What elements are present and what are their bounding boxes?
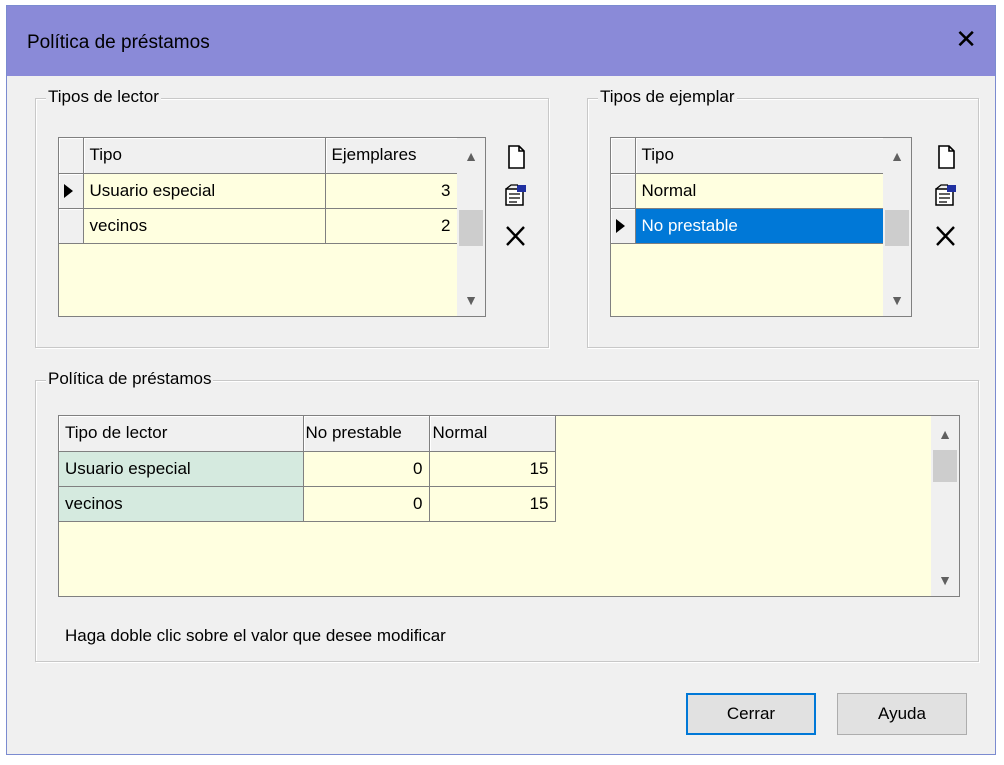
column-header-tipo-de-lector[interactable]: Tipo de lector xyxy=(59,416,304,452)
cell-tipo[interactable]: Normal xyxy=(635,173,884,209)
new-document-icon xyxy=(938,145,955,169)
delete-copy-type-button[interactable] xyxy=(932,221,960,249)
delete-icon xyxy=(936,226,955,246)
grid-header-row: Tipo xyxy=(611,138,884,174)
cell-tipo-de-lector[interactable]: vecinos xyxy=(59,486,304,522)
cell-no-prestable[interactable]: 0 xyxy=(303,486,430,522)
table-row[interactable]: Normal xyxy=(611,173,884,209)
cell-tipo-de-lector[interactable]: Usuario especial xyxy=(59,451,304,487)
current-row-icon xyxy=(64,183,73,198)
loan-policy-scrollbar[interactable]: ▲ ▼ xyxy=(931,416,959,596)
scroll-thumb[interactable] xyxy=(885,210,909,246)
new-reader-type-button[interactable] xyxy=(502,143,530,171)
close-button[interactable]: Cerrar xyxy=(686,693,816,735)
scroll-thumb[interactable] xyxy=(459,210,483,246)
loan-policy-group: Política de préstamos Tipo de lector No … xyxy=(35,369,979,662)
new-copy-type-button[interactable] xyxy=(932,143,960,171)
column-header-tipo[interactable]: Tipo xyxy=(635,138,884,174)
copy-types-group: Tipos de ejemplar Tipo Normal No prestab… xyxy=(587,87,979,348)
grid-header-row: Tipo Ejemplares xyxy=(59,138,458,174)
table-row[interactable]: Usuario especial 3 xyxy=(59,173,458,209)
reader-types-scrollbar[interactable]: ▲ ▼ xyxy=(457,138,485,316)
reader-types-group: Tipos de lector Tipo Ejemplares Usuario … xyxy=(35,87,549,348)
copy-types-legend: Tipos de ejemplar xyxy=(598,87,737,107)
row-indicator[interactable] xyxy=(59,208,84,244)
close-icon[interactable]: ✕ xyxy=(955,26,977,52)
table-row[interactable]: Usuario especial 0 15 xyxy=(59,451,556,487)
table-row[interactable]: No prestable xyxy=(611,208,884,244)
cell-normal[interactable]: 15 xyxy=(429,451,556,487)
current-row-icon xyxy=(616,218,625,233)
cell-ejemplares[interactable]: 2 xyxy=(325,208,458,244)
column-header-normal[interactable]: Normal xyxy=(429,416,556,452)
reader-types-grid[interactable]: Tipo Ejemplares Usuario especial 3 vecin… xyxy=(58,137,486,317)
indicator-header xyxy=(611,138,636,174)
help-button[interactable]: Ayuda xyxy=(837,693,967,735)
indicator-header xyxy=(59,138,84,174)
row-indicator[interactable] xyxy=(59,173,84,209)
column-header-ejemplares[interactable]: Ejemplares xyxy=(325,138,458,174)
window-title: Política de préstamos xyxy=(27,32,210,53)
cell-tipo-selected[interactable]: No prestable xyxy=(635,208,884,244)
edit-reader-type-button[interactable] xyxy=(502,181,530,209)
row-indicator[interactable] xyxy=(611,173,636,209)
cell-tipo[interactable]: vecinos xyxy=(83,208,326,244)
table-row[interactable]: vecinos 0 15 xyxy=(59,486,556,522)
copy-types-scrollbar[interactable]: ▲ ▼ xyxy=(883,138,911,316)
cell-ejemplares[interactable]: 3 xyxy=(325,173,458,209)
table-row[interactable]: vecinos 2 xyxy=(59,208,458,244)
cell-tipo[interactable]: Usuario especial xyxy=(83,173,326,209)
reader-types-legend: Tipos de lector xyxy=(46,87,161,107)
new-document-icon xyxy=(508,145,525,169)
loan-policy-legend: Política de préstamos xyxy=(46,369,214,389)
edit-copy-type-button[interactable] xyxy=(932,181,960,209)
title-bar[interactable]: Política de préstamos ✕ xyxy=(7,6,995,76)
scroll-down-icon[interactable]: ▼ xyxy=(457,286,485,314)
scroll-up-icon[interactable]: ▲ xyxy=(883,142,911,170)
scroll-down-icon[interactable]: ▼ xyxy=(883,286,911,314)
hint-text: Haga doble clic sobre el valor que desee… xyxy=(65,626,446,645)
column-header-no-prestable[interactable]: No prestable xyxy=(303,416,430,452)
scroll-down-icon[interactable]: ▼ xyxy=(931,566,959,594)
scroll-thumb[interactable] xyxy=(933,450,957,482)
row-indicator[interactable] xyxy=(611,208,636,244)
delete-icon xyxy=(506,226,525,246)
copy-types-grid[interactable]: Tipo Normal No prestable ▲ ▼ xyxy=(610,137,912,317)
scroll-up-icon[interactable]: ▲ xyxy=(931,420,959,448)
dialog-window: Política de préstamos ✕ Tipos de lector … xyxy=(6,5,996,755)
scroll-up-icon[interactable]: ▲ xyxy=(457,142,485,170)
grid-header-row: Tipo de lector No prestable Normal xyxy=(59,416,556,452)
loan-policy-grid[interactable]: Tipo de lector No prestable Normal Usuar… xyxy=(58,415,960,597)
properties-icon xyxy=(505,184,526,206)
column-header-tipo[interactable]: Tipo xyxy=(83,138,326,174)
cell-no-prestable[interactable]: 0 xyxy=(303,451,430,487)
delete-reader-type-button[interactable] xyxy=(502,221,530,249)
cell-normal[interactable]: 15 xyxy=(429,486,556,522)
properties-icon xyxy=(935,184,956,206)
